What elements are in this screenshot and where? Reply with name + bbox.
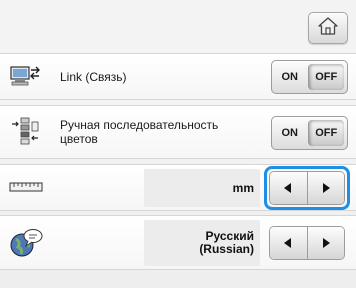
- ruler-icon: [9, 181, 43, 193]
- color-sequence-toggle[interactable]: ON OFF: [271, 116, 348, 150]
- units-arrows: [269, 171, 345, 205]
- globe-speech-icon: [9, 227, 43, 259]
- units-prev-button[interactable]: [270, 172, 307, 204]
- top-bar: [0, 0, 356, 50]
- language-row: Русский (Russian): [0, 215, 356, 270]
- arrow-right-icon: [322, 183, 330, 193]
- units-value: mm: [144, 169, 260, 207]
- language-arrows: [269, 226, 345, 260]
- color-sequence-row: Ручная последовательность цветов ON OFF: [0, 105, 356, 159]
- color-sequence-label: Ручная последовательность цветов: [60, 118, 219, 146]
- arrow-left-icon: [284, 238, 292, 248]
- home-icon: [318, 16, 338, 40]
- home-button[interactable]: [308, 12, 348, 44]
- link-off-button[interactable]: OFF: [307, 64, 344, 90]
- arrow-left-icon: [284, 183, 292, 193]
- color-sequence-off-button[interactable]: OFF: [307, 120, 344, 146]
- link-on-button[interactable]: ON: [272, 61, 308, 93]
- pc-link-icon: [9, 64, 45, 88]
- language-next-button[interactable]: [306, 227, 344, 259]
- color-sequence-on-button[interactable]: ON: [272, 117, 308, 149]
- color-sequence-icon: [9, 116, 41, 148]
- language-value: Русский (Russian): [144, 220, 260, 266]
- units-row: mm: [0, 164, 356, 211]
- language-prev-button[interactable]: [270, 227, 307, 259]
- units-selector: [264, 166, 350, 210]
- arrow-right-icon: [322, 238, 330, 248]
- language-selector: [264, 221, 350, 265]
- units-next-button[interactable]: [306, 172, 344, 204]
- link-label: Link (Связь): [60, 70, 127, 84]
- link-toggle[interactable]: ON OFF: [271, 60, 348, 94]
- settings-screen: Link (Связь) ON OFF Ручная последователь…: [0, 0, 356, 288]
- link-setting-row: Link (Связь) ON OFF: [0, 53, 356, 100]
